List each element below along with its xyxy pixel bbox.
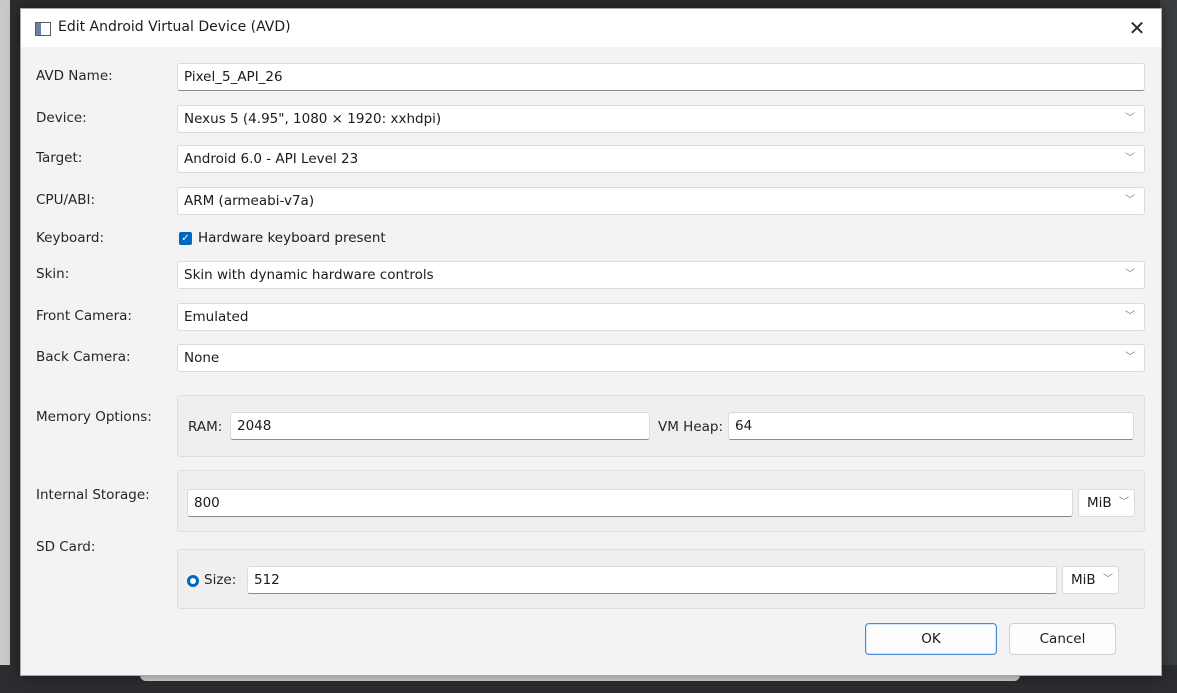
- row-skin: Skin: Skin with dynamic hardware control…: [21, 259, 1161, 291]
- sd-card-size-radio[interactable]: [187, 575, 199, 587]
- front-camera-value: Emulated: [184, 309, 249, 325]
- skin-label: Skin:: [36, 266, 70, 282]
- avd-name-input[interactable]: Pixel_5_API_26: [177, 63, 1145, 91]
- target-select[interactable]: Android 6.0 - API Level 23 ﹀: [177, 145, 1145, 173]
- back-camera-label: Back Camera:: [36, 349, 131, 365]
- sd-card-label: SD Card:: [36, 539, 96, 555]
- window-app-icon: [35, 22, 51, 36]
- ram-label: RAM:: [188, 419, 223, 435]
- chevron-down-icon: ﹀: [1125, 311, 1135, 322]
- row-back-camera: Back Camera: None ﹀: [21, 342, 1161, 374]
- background-window-edge: [0, 0, 10, 693]
- back-camera-value: None: [184, 350, 220, 366]
- row-avd-name: AVD Name: Pixel_5_API_26: [21, 61, 1161, 93]
- sd-card-size-label[interactable]: Size:: [204, 572, 236, 588]
- internal-storage-input[interactable]: 800: [187, 489, 1073, 517]
- internal-storage-value: 800: [194, 495, 220, 511]
- row-target: Target: Android 6.0 - API Level 23 ﹀: [21, 143, 1161, 175]
- row-front-camera: Front Camera: Emulated ﹀: [21, 301, 1161, 333]
- chevron-down-icon: ﹀: [1125, 195, 1135, 206]
- title-bar[interactable]: Edit Android Virtual Device (AVD) ✕: [21, 9, 1161, 47]
- close-button[interactable]: ✕: [1125, 15, 1149, 41]
- background-window-right: [1160, 0, 1177, 693]
- sd-card-size-input[interactable]: 512: [247, 566, 1057, 594]
- device-select[interactable]: Nexus 5 (4.95", 1080 × 1920: xxhdpi) ﹀: [177, 105, 1145, 133]
- window-title: Edit Android Virtual Device (AVD): [58, 19, 291, 35]
- hardware-keyboard-checkbox[interactable]: ✓: [179, 232, 192, 245]
- chevron-down-icon: ﹀: [1125, 269, 1135, 280]
- hardware-keyboard-label[interactable]: Hardware keyboard present: [198, 230, 386, 246]
- memory-options-group: RAM: 2048 VM Heap: 64: [177, 395, 1145, 457]
- cancel-button[interactable]: Cancel: [1009, 623, 1116, 655]
- sd-card-size-value: 512: [254, 572, 280, 588]
- checkmark-icon: ✓: [181, 233, 190, 244]
- cpu-abi-select[interactable]: ARM (armeabi-v7a) ﹀: [177, 187, 1145, 215]
- device-value: Nexus 5 (4.95", 1080 × 1920: xxhdpi): [184, 111, 442, 127]
- vm-heap-value: 64: [735, 418, 753, 434]
- skin-select[interactable]: Skin with dynamic hardware controls ﹀: [177, 261, 1145, 289]
- row-cpu-abi: CPU/ABI: ARM (armeabi-v7a) ﹀: [21, 185, 1161, 217]
- cpu-abi-label: CPU/ABI:: [36, 192, 96, 208]
- row-keyboard: Keyboard: ✓ Hardware keyboard present: [21, 223, 1161, 255]
- close-icon: ✕: [1128, 16, 1146, 40]
- chevron-down-icon: ﹀: [1125, 113, 1135, 124]
- device-label: Device:: [36, 110, 87, 126]
- chevron-down-icon: ﹀: [1125, 352, 1135, 363]
- ram-input[interactable]: 2048: [230, 412, 650, 440]
- internal-storage-unit-select[interactable]: MiB ﹀: [1078, 489, 1135, 517]
- target-value: Android 6.0 - API Level 23: [184, 151, 359, 167]
- ram-value: 2048: [237, 418, 272, 434]
- chevron-down-icon: ﹀: [1103, 574, 1113, 585]
- memory-options-label: Memory Options:: [36, 409, 152, 425]
- sd-card-unit-select[interactable]: MiB ﹀: [1062, 566, 1119, 594]
- edit-avd-dialog: Edit Android Virtual Device (AVD) ✕ AVD …: [20, 8, 1162, 676]
- avd-name-value: Pixel_5_API_26: [184, 69, 283, 85]
- keyboard-label: Keyboard:: [36, 230, 105, 246]
- skin-value: Skin with dynamic hardware controls: [184, 267, 434, 283]
- ok-button[interactable]: OK: [865, 623, 997, 655]
- avd-name-label: AVD Name:: [36, 68, 113, 84]
- chevron-down-icon: ﹀: [1119, 497, 1129, 508]
- cpu-abi-value: ARM (armeabi-v7a): [184, 193, 315, 209]
- vm-heap-label: VM Heap:: [658, 419, 724, 435]
- sd-card-group: Size: 512 MiB ﹀: [177, 549, 1145, 609]
- front-camera-select[interactable]: Emulated ﹀: [177, 303, 1145, 331]
- internal-storage-unit: MiB: [1087, 495, 1112, 511]
- internal-storage-group: 800 MiB ﹀: [177, 470, 1145, 532]
- back-camera-select[interactable]: None ﹀: [177, 344, 1145, 372]
- front-camera-label: Front Camera:: [36, 308, 132, 324]
- target-label: Target:: [36, 150, 83, 166]
- internal-storage-label: Internal Storage:: [36, 487, 150, 503]
- sd-card-unit: MiB: [1071, 572, 1096, 588]
- row-device: Device: Nexus 5 (4.95", 1080 × 1920: xxh…: [21, 103, 1161, 135]
- chevron-down-icon: ﹀: [1125, 153, 1135, 164]
- vm-heap-input[interactable]: 64: [728, 412, 1134, 440]
